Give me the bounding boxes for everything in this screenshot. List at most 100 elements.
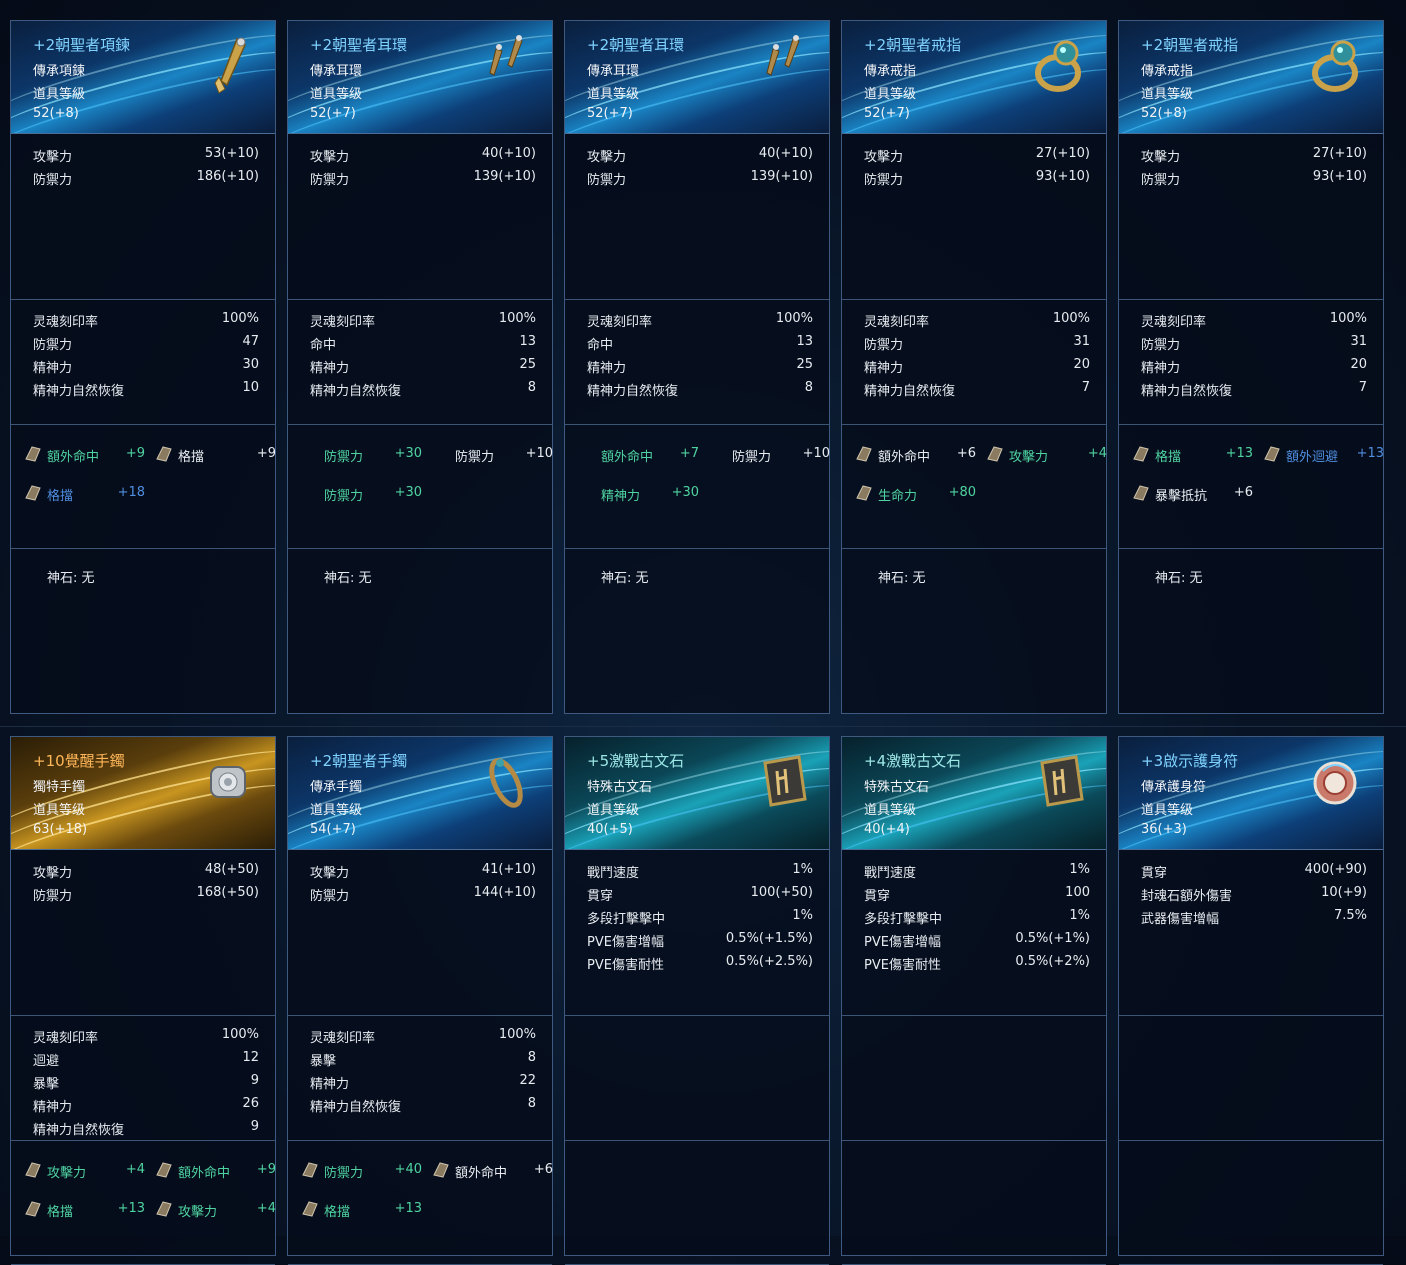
stat-row: 防禦力 144(+10)	[310, 885, 536, 904]
manastone-slots: 額外命中 +9 格擋 +9 格擋 +18	[11, 425, 276, 549]
stat-row: 精神力 25	[310, 357, 536, 376]
manastone-slot[interactable]: 防禦力 +30	[300, 444, 428, 466]
item-card-rune-stone[interactable]: +4激戰古文石 特殊古文石 道具等级 40(+4) 戰鬥速度 1% 貫穿 100 多…	[841, 736, 1107, 1265]
godstone-text: 神石: 无	[601, 571, 649, 586]
item-type: 傳承耳環	[587, 64, 640, 79]
manastone-icon	[25, 485, 41, 501]
item-name: +2朝聖者項鍊	[33, 36, 131, 54]
item-level: 52(+7)	[310, 106, 356, 121]
manastone-slot[interactable]: 額外命中 +6	[431, 1160, 559, 1182]
stat-row: 多段打擊擊中 1%	[587, 908, 813, 927]
item-level: 52(+8)	[1141, 106, 1187, 121]
godstone-text: 神石: 无	[1155, 571, 1203, 586]
item-header: +4激戰古文石 特殊古文石 道具等级 40(+4)	[842, 737, 1106, 850]
godstone-section: 神石: 无	[288, 549, 552, 715]
manastone-slot[interactable]: 額外命中 +9	[23, 444, 151, 466]
manastone-slot[interactable]: 生命力 +80	[854, 483, 982, 505]
manastone-slot[interactable]: 攻擊力 +4	[154, 1199, 282, 1221]
manastone-slots: 額外命中 +6 攻擊力 +4 生命力 +80	[842, 425, 1107, 549]
item-header: +2朝聖者耳環 傳承耳環 道具等级 52(+7)	[288, 21, 552, 134]
godstone-section: 神石: 无	[842, 549, 1106, 715]
item-card-ring[interactable]: +2朝聖者戒指 傳承戒指 道具等级 52(+8) 攻擊力 27(+10) 防禦力 9…	[1118, 20, 1384, 714]
manastone-icon	[856, 485, 872, 501]
item-name: +4激戰古文石	[864, 752, 962, 770]
manastone-slot[interactable]: 格擋 +13	[23, 1199, 151, 1221]
stat-row: 命中 13	[587, 334, 813, 353]
stat-row: 攻擊力 53(+10)	[33, 146, 259, 165]
item-level-label: 道具等级	[310, 803, 363, 818]
manastone-slot[interactable]: 額外命中 +7	[577, 444, 705, 466]
manastone-slot[interactable]: 暴擊抵抗 +6	[1131, 483, 1259, 505]
manastone-slot[interactable]: 防禦力 +10	[431, 444, 559, 466]
manastone-slot[interactable]: 格擋 +13	[300, 1199, 428, 1221]
stat-row: 精神力 30	[33, 357, 259, 376]
item-level: 52(+7)	[864, 106, 910, 121]
manastone-slot[interactable]: 防禦力 +10	[708, 444, 836, 466]
manastone-slot[interactable]: 額外迴避 +13	[1262, 444, 1390, 466]
item-type: 特殊古文石	[864, 780, 930, 795]
manastone-slot[interactable]: 防禦力 +30	[300, 483, 428, 505]
item-card-bracelet[interactable]: +10覺醒手鐲 獨特手鐲 道具等级 63(+18) 攻擊力 48(+50) 防禦力…	[10, 736, 276, 1265]
item-card-earring[interactable]: +2朝聖者耳環 傳承耳環 道具等级 52(+7) 攻擊力 40(+10) 防禦力 1…	[564, 20, 830, 714]
stat-row: 武器傷害增幅 7.5%	[1141, 908, 1367, 927]
stat-row: 貫穿 100(+50)	[587, 885, 813, 904]
item-header: +2朝聖者戒指 傳承戒指 道具等级 52(+7)	[842, 21, 1106, 134]
soul-stats: 灵魂刻印率 100% 命中 13 精神力 25 精神力自然恢復 8	[565, 300, 829, 425]
item-name: +3啟示護身符	[1141, 752, 1239, 770]
manastone-slot[interactable]: 格擋 +9	[154, 444, 282, 466]
item-level: 40(+5)	[587, 822, 633, 837]
item-card-earring[interactable]: +2朝聖者耳環 傳承耳環 道具等级 52(+7) 攻擊力 40(+10) 防禦力 1…	[287, 20, 553, 714]
godstone-text: 神石: 无	[878, 571, 926, 586]
item-card-rune-stone[interactable]: +5激戰古文石 特殊古文石 道具等级 40(+5) 戰鬥速度 1% 貫穿 100(+…	[564, 736, 830, 1265]
item-name: +10覺醒手鐲	[33, 752, 125, 770]
item-card-bracelet[interactable]: +2朝聖者手鐲 傳承手鐲 道具等级 54(+7) 攻擊力 41(+10) 防禦力 1…	[287, 736, 553, 1265]
manastone-slot[interactable]: 精神力 +30	[577, 483, 705, 505]
manastone-slot[interactable]: 格擋 +13	[1131, 444, 1259, 466]
manastone-slots: 防禦力 +40 額外命中 +6 格擋 +13	[288, 1141, 553, 1265]
row-divider	[0, 726, 1406, 727]
item-name: +2朝聖者戒指	[1141, 36, 1239, 54]
bracelet-icon	[489, 758, 523, 808]
stat-row: 灵魂刻印率 100%	[310, 311, 536, 330]
item-level: 40(+4)	[864, 822, 910, 837]
stat-row: 灵魂刻印率 100%	[1141, 311, 1367, 330]
manastone-icon	[156, 446, 172, 462]
stat-row: 精神力自然恢復 8	[310, 380, 536, 399]
stat-row: 精神力自然恢復 10	[33, 380, 259, 399]
godstone-section: 神石: 无	[565, 549, 829, 715]
base-stats: 攻擊力 40(+10) 防禦力 139(+10)	[565, 134, 829, 300]
stat-row: 暴擊 8	[310, 1050, 536, 1069]
manastone-slot[interactable]: 額外命中 +9	[154, 1160, 282, 1182]
item-type: 傳承戒指	[1141, 64, 1194, 79]
manastone-slot[interactable]: 額外命中 +6	[854, 444, 982, 466]
godstone-text: 神石: 无	[47, 571, 95, 586]
soul-stats: 灵魂刻印率 100% 迴避 12 暴擊 9 精神力 26 精神力自然恢復 9	[11, 1016, 275, 1141]
stat-row: 精神力自然恢復 7	[1141, 380, 1367, 399]
stat-row: 攻擊力 40(+10)	[310, 146, 536, 165]
manastone-slot[interactable]: 格擋 +18	[23, 483, 151, 505]
item-card-necklace[interactable]: +2朝聖者項鍊 傳承項鍊 道具等級 52(+8) 攻擊力 53(+10) 防禦力 1…	[10, 20, 276, 714]
item-level-label: 道具等级	[310, 87, 363, 102]
manastone-slot[interactable]: 攻擊力 +4	[23, 1160, 151, 1182]
item-level-label: 道具等级	[587, 803, 640, 818]
item-card-amulet[interactable]: +3啟示護身符 傳承護身符 道具等级 36(+3) 貫穿 400(+90) 封魂石…	[1118, 736, 1384, 1265]
stat-row: 精神力 20	[1141, 357, 1367, 376]
stat-row: 精神力 26	[33, 1096, 259, 1115]
soul-stats: 灵魂刻印率 100% 防禦力 47 精神力 30 精神力自然恢復 10	[11, 300, 275, 425]
manastone-icon	[25, 1201, 41, 1217]
manastone-icon	[433, 1162, 449, 1178]
stat-row: 攻擊力 27(+10)	[864, 146, 1090, 165]
manastone-slots: 額外命中 +7 防禦力 +10 精神力 +30	[565, 425, 830, 549]
manastone-slot[interactable]: 攻擊力 +4	[985, 444, 1113, 466]
stat-row: 防禦力 47	[33, 334, 259, 353]
manastone-icon	[156, 1162, 172, 1178]
item-level-label: 道具等级	[864, 87, 917, 102]
manastone-slot[interactable]: 防禦力 +40	[300, 1160, 428, 1182]
stat-row: 攻擊力 27(+10)	[1141, 146, 1367, 165]
item-card-ring[interactable]: +2朝聖者戒指 傳承戒指 道具等级 52(+7) 攻擊力 27(+10) 防禦力 9…	[841, 20, 1107, 714]
item-type: 傳承手鐲	[310, 780, 363, 795]
ring-icon	[1035, 40, 1081, 92]
necklace-icon	[214, 37, 246, 94]
bracelet-icon	[210, 766, 246, 798]
soul-stats: 灵魂刻印率 100% 防禦力 31 精神力 20 精神力自然恢復 7	[1119, 300, 1383, 425]
